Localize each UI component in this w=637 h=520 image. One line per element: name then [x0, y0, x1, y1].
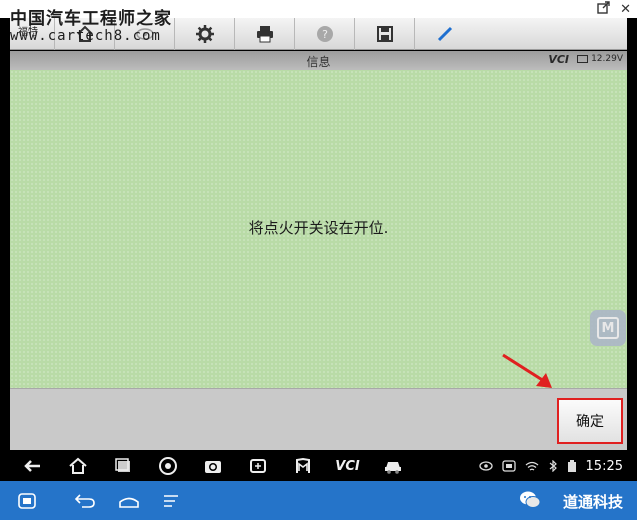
screen: ✕ 福特 ? 中国汽车工程师之家 www.cartech8.com 信息 VCI… [0, 0, 637, 520]
action-bar: 确定 [10, 388, 627, 450]
home-nav-button[interactable] [55, 451, 100, 481]
host-bottom-bar: 道通科技 [0, 481, 637, 520]
confirm-button[interactable]: 确定 [557, 398, 623, 444]
home-icon [68, 457, 87, 474]
floating-menu-button[interactable]: M [590, 310, 626, 346]
annotate-button[interactable] [414, 18, 474, 50]
screenshot-icon [249, 459, 266, 473]
recents-icon [114, 458, 130, 472]
wifi-icon [525, 461, 538, 471]
settings-button[interactable] [174, 18, 234, 50]
instruction-message: 将点火开关设在开位. [248, 219, 389, 237]
home-icon [119, 497, 139, 508]
vci-status: VCI [548, 53, 569, 66]
save-icon [376, 26, 393, 42]
screenshot-button[interactable] [235, 451, 280, 481]
remote-app-icon [18, 492, 36, 509]
eye-icon [478, 461, 493, 471]
brand-name: 道通科技 [562, 493, 623, 511]
status-tray: 15:25 [478, 451, 623, 481]
back-icon [23, 460, 40, 472]
menu-icon [164, 494, 178, 507]
vci-label: VCI [335, 458, 360, 474]
close-icon[interactable]: ✕ [620, 2, 631, 17]
print-button[interactable] [234, 18, 294, 50]
battery-status: 12.29V [577, 54, 623, 64]
maxi-icon [295, 457, 310, 473]
maxi-icon: M [597, 317, 619, 339]
vci-button[interactable]: VCI [325, 451, 370, 481]
watermark-url: www.cartech8.com [10, 28, 161, 44]
vehicle-button[interactable] [370, 451, 415, 481]
watermark-title: 中国汽车工程师之家 [10, 9, 172, 29]
popout-icon[interactable] [597, 0, 610, 18]
pen-icon [437, 26, 452, 42]
help-icon: ? [316, 26, 333, 42]
back-icon [74, 493, 95, 508]
svg-text:?: ? [322, 28, 328, 41]
battery-voltage: 12.29V [591, 54, 623, 64]
recents-button[interactable] [100, 451, 145, 481]
message-panel: 将点火开关设在开位. M [10, 70, 627, 388]
host-home-button[interactable] [118, 481, 140, 520]
help-button[interactable]: ? [294, 18, 354, 50]
car-icon [384, 462, 401, 474]
remote-control-button[interactable] [18, 481, 36, 520]
host-menu-button[interactable] [162, 481, 180, 520]
camera-button[interactable] [190, 451, 235, 481]
remote-app-icon [501, 460, 516, 472]
chrome-icon [158, 457, 177, 475]
battery-icon [567, 460, 576, 472]
wechat-icon [520, 491, 541, 508]
page-title: 信息 [306, 55, 331, 69]
system-navbar: VCI 15:25 [10, 451, 627, 481]
battery-icon [577, 55, 589, 63]
maxi-button[interactable] [280, 451, 325, 481]
gear-icon [195, 25, 214, 43]
browser-button[interactable] [145, 451, 190, 481]
camera-icon [204, 461, 221, 473]
bluetooth-icon [549, 460, 557, 472]
info-header: 信息 VCI 12.29V [10, 51, 627, 70]
host-back-button[interactable] [74, 481, 96, 520]
clock: 15:25 [585, 458, 623, 474]
printer-icon [256, 26, 273, 43]
back-button[interactable] [10, 451, 55, 481]
save-button[interactable] [354, 18, 414, 50]
